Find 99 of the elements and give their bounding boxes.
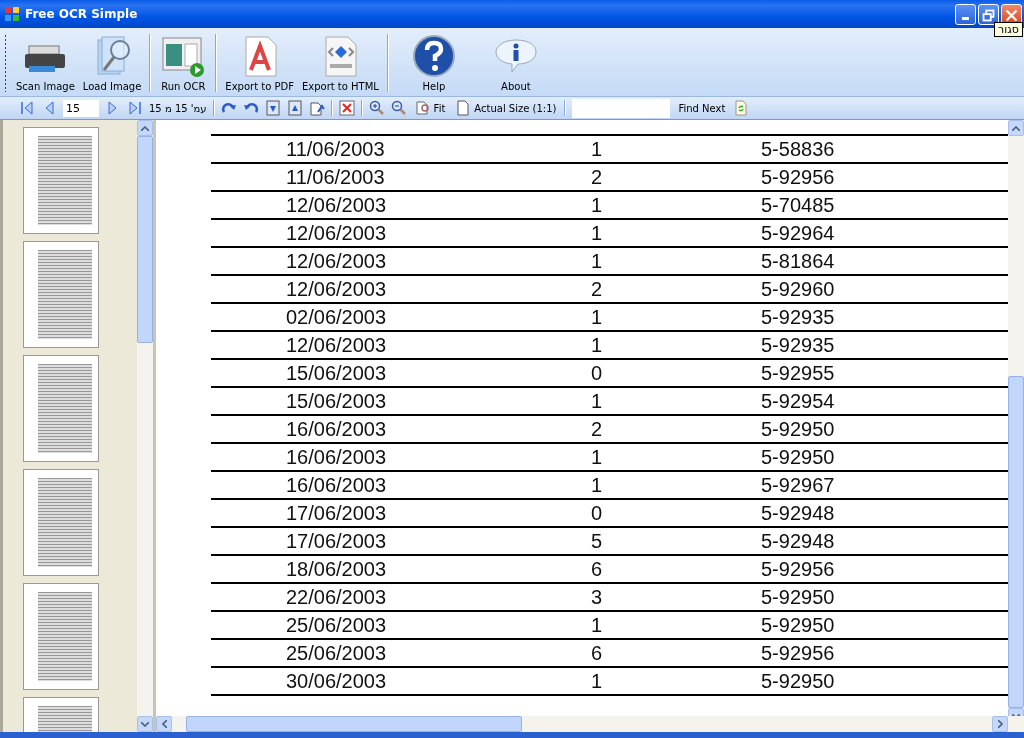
table-cell-text: 18/06/2003 xyxy=(285,557,388,581)
table-cell-text: 5-92950 xyxy=(760,669,836,693)
scrollbar[interactable] xyxy=(137,120,153,732)
table-cell-text: 5-92950 xyxy=(760,417,836,441)
page-thumbnail[interactable] xyxy=(23,355,99,462)
fit-button[interactable]: Fit xyxy=(412,100,448,116)
table-cell-text: 6 xyxy=(590,557,604,581)
table-cell-text: 5-92935 xyxy=(760,305,836,329)
table-cell-text: 1 xyxy=(590,333,604,357)
table-cell-text: 5-81864 xyxy=(760,249,836,273)
table-cell-text: 1 xyxy=(590,473,604,497)
zoom-in-icon[interactable] xyxy=(368,100,385,116)
table-cell-text: 16/06/2003 xyxy=(285,473,388,497)
toolbar-button[interactable]: Help xyxy=(393,30,474,96)
page-thumbnail[interactable] xyxy=(23,127,99,234)
first-page-icon[interactable] xyxy=(19,100,35,116)
page-icon xyxy=(455,100,472,116)
table-cell-text: 5-92960 xyxy=(760,277,836,301)
table-cell-text: 16/06/2003 xyxy=(285,445,388,469)
table-cell-text: 16/06/2003 xyxy=(285,417,388,441)
table-cell-text: 5-70485 xyxy=(760,193,836,217)
toolbar-button[interactable]: Scan Image xyxy=(13,30,78,96)
table-cell-text: 5-92964 xyxy=(760,221,836,245)
page-thumbnail[interactable] xyxy=(23,469,99,576)
table-cell-text: 15/06/2003 xyxy=(285,361,388,385)
close-button[interactable] xyxy=(1001,3,1022,25)
table-cell-text: 12/06/2003 xyxy=(285,333,388,357)
table-cell-text: 15/06/2003 xyxy=(285,389,388,413)
table-cell-text: 1 xyxy=(590,249,604,273)
tooltip: סגור xyxy=(994,22,1023,37)
page-thumbnail[interactable] xyxy=(23,583,99,690)
table-cell-text: 1 xyxy=(590,137,604,161)
toolbar-button[interactable]: Run OCR xyxy=(156,30,211,96)
table-cell-text: 17/06/2003 xyxy=(285,501,388,525)
page-fit-icon xyxy=(414,100,431,116)
table-cell-text: 5-92948 xyxy=(760,501,836,525)
table-cell-text: 2 xyxy=(590,165,604,189)
restore-button[interactable] xyxy=(978,3,999,25)
table-cell-text: 5-92954 xyxy=(760,389,836,413)
table-cell-text: 25/06/2003 xyxy=(285,613,388,637)
table-cell-text: 12/06/2003 xyxy=(285,277,388,301)
toolbar-button[interactable]: Export to HTML xyxy=(298,30,382,96)
refresh-icon[interactable] xyxy=(733,100,750,116)
table-cell-text: 6 xyxy=(590,641,604,665)
find-next-button[interactable]: Find Next xyxy=(676,102,728,114)
table-cell-text: 0 xyxy=(590,361,604,385)
toolbar-button[interactable]: About xyxy=(475,30,556,96)
table-cell-text: 30/06/2003 xyxy=(285,669,388,693)
delete-icon[interactable] xyxy=(338,100,355,116)
table-cell-text: 0 xyxy=(590,501,604,525)
table-cell-text: 5-92956 xyxy=(760,165,836,189)
app-icon xyxy=(4,6,20,22)
move-down-icon[interactable] xyxy=(264,100,281,116)
scrollbar[interactable] xyxy=(156,716,1024,732)
table-cell-text: 1 xyxy=(590,305,604,329)
table-cell-text: 5-92950 xyxy=(760,613,836,637)
zoom-out-icon[interactable] xyxy=(390,100,407,116)
table-cell-text: 25/06/2003 xyxy=(285,641,388,665)
page-export-icon[interactable] xyxy=(308,100,325,116)
window-title: Free OCR Simple xyxy=(25,7,138,21)
table-cell-text: 02/06/2003 xyxy=(285,305,388,329)
minimize-button[interactable] xyxy=(955,3,976,25)
scrollbar[interactable] xyxy=(1008,120,1024,716)
page-number-field[interactable]: 15 xyxy=(63,99,99,117)
table-cell-text: 5-92956 xyxy=(760,557,836,581)
table-cell-text: 1 xyxy=(590,193,604,217)
table-cell-text: 1 xyxy=(590,613,604,637)
table-cell-text: 1 xyxy=(590,389,604,413)
table-cell-text: 2 xyxy=(590,417,604,441)
table-cell-text: 5-92955 xyxy=(760,361,836,385)
table-cell-text: 12/06/2003 xyxy=(285,193,388,217)
table-cell-text: 11/06/2003 xyxy=(285,165,386,189)
minimize-icon xyxy=(962,16,969,20)
page-count-label: עמ' 15 מ 15 xyxy=(149,102,207,114)
toolbar-button[interactable]: Export to PDF xyxy=(222,30,297,96)
toolbar-button[interactable]: Load Image xyxy=(79,30,145,96)
table-cell-text: 22/06/2003 xyxy=(285,585,388,609)
table-cell-text: 5-92950 xyxy=(760,445,836,469)
table-cell-text: 2 xyxy=(590,277,604,301)
last-page-icon[interactable] xyxy=(127,100,143,116)
table-cell-text: 5-92967 xyxy=(760,473,836,497)
search-field[interactable] xyxy=(572,98,671,118)
table-cell-text: 1 xyxy=(590,221,604,245)
table-cell-text: 12/06/2003 xyxy=(285,249,388,273)
table-cell-text: 11/06/2003 xyxy=(285,137,386,161)
table-cell-text: 3 xyxy=(590,585,604,609)
table-cell-text: 5 xyxy=(590,529,604,553)
table-cell-text: 1 xyxy=(590,669,604,693)
table-cell-text: 5-92956 xyxy=(760,641,836,665)
table-cell-text: 1 xyxy=(590,445,604,469)
table-cell-text: 17/06/2003 xyxy=(285,529,388,553)
table-cell-text: 5-92950 xyxy=(760,585,836,609)
table-cell-text: 5-92948 xyxy=(760,529,836,553)
table-cell-text: 5-92935 xyxy=(760,333,836,357)
page-thumbnail[interactable] xyxy=(23,241,99,348)
table-cell-text: 12/06/2003 xyxy=(285,221,388,245)
move-up-icon[interactable] xyxy=(286,100,303,116)
actual-size-button[interactable]: Actual Size (1:1) xyxy=(453,100,559,116)
table-cell-text: 5-58836 xyxy=(760,137,836,161)
